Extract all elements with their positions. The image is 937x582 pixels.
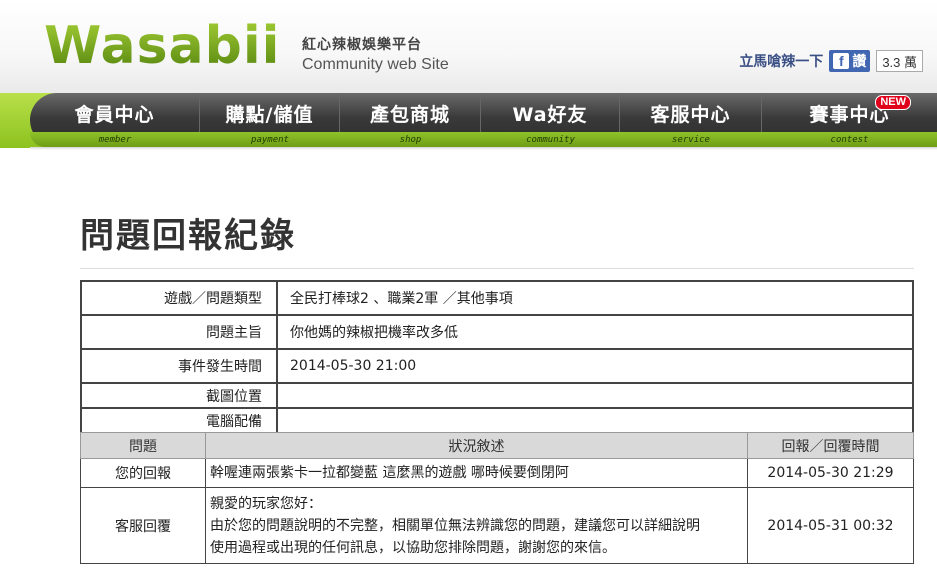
info-value: 全民打棒球2 、職業2軍 ／其他事項 (276, 280, 914, 316)
table-row: 客服回覆 親愛的玩家您好： 由於您的問題說明的不完整，相關單位無法辨識您的問題，… (80, 487, 914, 564)
reply-line: 使用過程或出現的任何訊息，以協助您排除問題，謝謝您的來信。 (210, 539, 616, 556)
info-value (276, 382, 914, 409)
col-header-description: 狀況敘述 (205, 432, 748, 459)
info-row: 問題主旨 你他媽的辣椒把機率改多低 (80, 314, 914, 350)
nav-label: 產包商城 (369, 104, 450, 126)
reply-message: 幹喔連兩張紫卡一拉都變藍 這麼黑的遊戲 哪時候要倒閉阿 (205, 458, 748, 488)
info-value: 你他媽的辣椒把機率改多低 (276, 314, 914, 350)
facebook-like-area: 立馬嗆辣一下 f 讚 3.3 萬 (739, 50, 923, 72)
nav-en-shop[interactable]: shop (340, 132, 481, 147)
reply-line: 親愛的玩家您好： (210, 495, 322, 512)
title-divider (80, 268, 914, 269)
subtitle-zh: 紅心辣椒娛樂平台 (302, 37, 422, 53)
info-label: 截圖位置 (80, 382, 278, 409)
info-label: 遊戲／問題類型 (80, 280, 278, 316)
col-header-question: 問題 (80, 432, 206, 459)
subtitle-en: Community web Site (302, 56, 449, 73)
reply-who: 客服回覆 (80, 487, 206, 564)
reply-line: 由於您的問題說明的不完整，相關單位無法辨識您的問題，建議您可以詳細說明 (210, 517, 700, 534)
nav-en-service[interactable]: service (620, 132, 762, 147)
nav-en-community[interactable]: community (481, 132, 620, 147)
info-row: 截圖位置 (80, 382, 914, 409)
reply-header-row: 問題 狀況敘述 回報／回覆時間 (80, 432, 914, 459)
logo-subtitle: 紅心辣椒娛樂平台 Community web Site (302, 34, 449, 74)
info-row: 事件發生時間 2014-05-30 21:00 (80, 348, 914, 384)
page-title: 問題回報紀錄 (80, 216, 296, 256)
col-header-time: 回報／回覆時間 (747, 432, 914, 459)
info-label: 問題主旨 (80, 314, 278, 350)
nav-en-member[interactable]: member (30, 132, 200, 147)
fb-like-label: 讚 (852, 54, 867, 70)
table-row: 您的回報 幹喔連兩張紫卡一拉都變藍 這麼黑的遊戲 哪時候要倒閉阿 2014-05… (80, 458, 914, 488)
info-value: 2014-05-30 21:00 (276, 348, 914, 384)
new-badge: NEW (875, 95, 911, 110)
info-value (276, 407, 914, 434)
reply-table: 問題 狀況敘述 回報／回覆時間 您的回報 幹喔連兩張紫卡一拉都變藍 這麼黑的遊戲… (80, 432, 914, 564)
reply-message: 親愛的玩家您好： 由於您的問題說明的不完整，相關單位無法辨識您的問題，建議您可以… (205, 487, 748, 564)
nav-english-labels: member payment shop community service co… (30, 132, 937, 147)
site-header: Wasabii 紅心辣椒娛樂平台 Community web Site 立馬嗆辣… (0, 0, 937, 95)
reply-time: 2014-05-31 00:32 (747, 487, 914, 564)
info-row: 遊戲／問題類型 全民打棒球2 、職業2軍 ／其他事項 (80, 280, 914, 316)
nav-label: 客服中心 (650, 104, 731, 126)
fb-like-button[interactable]: f 讚 (829, 50, 871, 72)
reply-time: 2014-05-30 21:29 (747, 458, 914, 488)
report-info-table: 遊戲／問題類型 全民打棒球2 、職業2軍 ／其他事項 問題主旨 你他媽的辣椒把機… (80, 280, 914, 434)
facebook-icon: f (833, 53, 850, 69)
nav-label: 購點/儲值 (225, 104, 314, 126)
nav-en-payment[interactable]: payment (200, 132, 340, 147)
fb-like-count: 3.3 萬 (876, 50, 923, 72)
nav-label: Wa好友 (512, 104, 588, 126)
info-label: 電腦配備 (80, 407, 278, 434)
wasabii-logo[interactable]: Wasabii (44, 14, 281, 78)
fb-prompt: 立馬嗆辣一下 (739, 54, 824, 70)
nav-shadow (30, 147, 937, 150)
reply-line: 幹喔連兩張紫卡一拉都變藍 這麼黑的遊戲 哪時候要倒閉阿 (210, 465, 569, 481)
nav-en-contest[interactable]: contest (762, 132, 937, 147)
nav-label: 會員中心 (74, 104, 155, 126)
info-row: 電腦配備 (80, 407, 914, 434)
reply-who: 您的回報 (80, 458, 206, 488)
info-label: 事件發生時間 (80, 348, 278, 384)
